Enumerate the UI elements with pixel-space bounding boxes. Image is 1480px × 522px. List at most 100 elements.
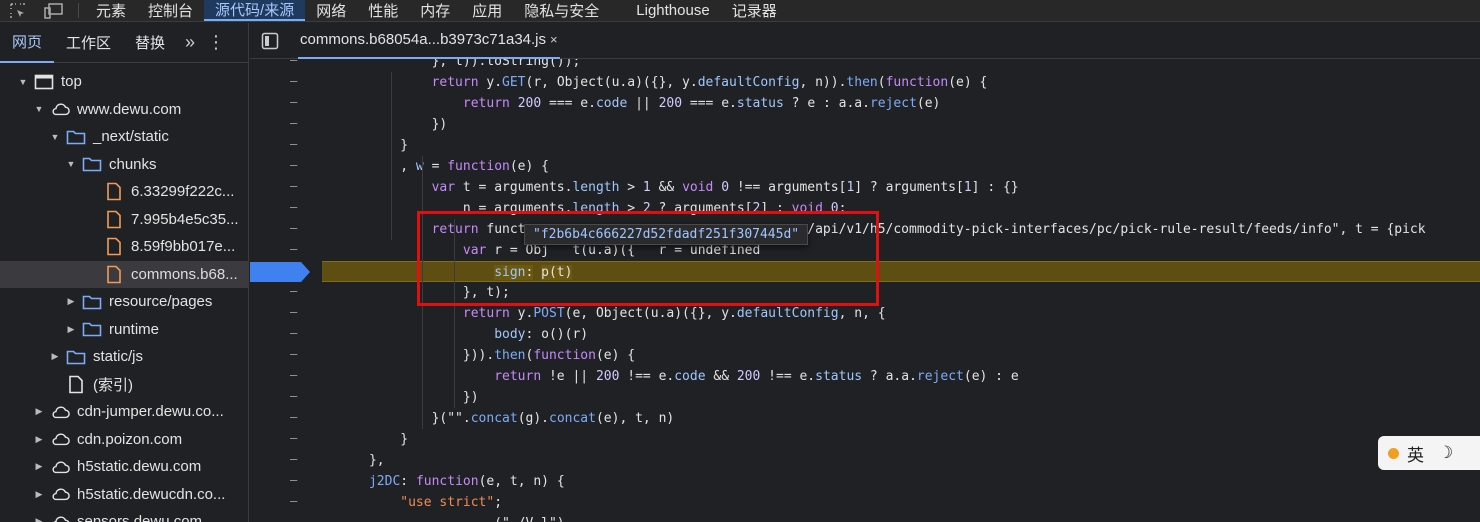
inspect-element-icon[interactable] <box>0 0 36 21</box>
ime-indicator[interactable]: 英 ☽ <box>1378 436 1480 470</box>
tree-item[interactable]: ▶ cdn-jumper.dewu.co... <box>0 398 249 426</box>
line-marker[interactable]: – <box>290 179 302 200</box>
tree-item-label: runtime <box>109 320 160 338</box>
document-file-icon <box>66 375 86 394</box>
line-marker[interactable]: – <box>290 158 302 179</box>
tree-item[interactable]: ▼ _next/static <box>0 123 249 151</box>
line-marker[interactable]: – <box>290 53 302 74</box>
tree-item[interactable]: ▶ h5static.dewucdn.co... <box>0 481 249 509</box>
navigator-tabs: 网页 工作区 替换 » ⋮ <box>0 23 248 63</box>
line-marker[interactable]: – <box>290 494 302 515</box>
line-marker[interactable]: – <box>290 452 302 473</box>
editor-file-tab[interactable]: commons.b68054a...b3973c71a34.js × <box>298 23 560 59</box>
line-marker[interactable]: – <box>290 284 302 305</box>
line-marker[interactable]: – <box>290 95 302 116</box>
code-line: }) <box>322 390 479 405</box>
line-marker[interactable]: – <box>290 221 302 242</box>
tab-page[interactable]: 网页 <box>0 23 55 63</box>
line-marker[interactable]: – <box>290 410 302 431</box>
tree-item[interactable]: 7.995b4e5c35... <box>0 206 249 234</box>
tab-recorder[interactable]: 记录器 <box>721 0 788 21</box>
code-line: ("./V.l") <box>322 513 1480 522</box>
breakpoint-marker[interactable] <box>250 262 310 282</box>
folder-icon <box>66 348 86 366</box>
tree-item[interactable]: ▶ resource/pages <box>0 288 249 316</box>
tree-item[interactable]: 6.33299f222c... <box>0 178 249 206</box>
code-line: }, <box>322 453 385 468</box>
tab-privacy-security[interactable]: 隐私与安全 <box>513 0 610 21</box>
kebab-menu-icon[interactable]: ⋮ <box>203 32 229 53</box>
line-marker[interactable]: – <box>290 389 302 410</box>
line-marker[interactable]: – <box>290 116 302 137</box>
tree-item-label: static/js <box>93 348 144 366</box>
line-marker[interactable]: – <box>290 305 302 326</box>
tree-item[interactable]: ▼ chunks <box>0 151 249 179</box>
caret-down-icon[interactable]: ▼ <box>32 102 46 116</box>
tree-item[interactable]: ▼ top <box>0 68 249 96</box>
folder-icon <box>82 155 102 173</box>
caret-right-icon[interactable]: ▶ <box>32 405 46 419</box>
caret-right-icon[interactable]: ▶ <box>32 432 46 446</box>
cloud-icon <box>50 100 70 118</box>
code-line: } <box>322 432 409 447</box>
tab-overrides[interactable]: 替换 <box>123 23 177 63</box>
folder-icon <box>66 128 86 146</box>
code-line: body: o()(r) <box>494 327 589 342</box>
device-toolbar-icon[interactable] <box>36 0 72 21</box>
tree-item[interactable]: ▶ cdn.poizon.com <box>0 426 249 454</box>
line-marker[interactable]: – <box>290 431 302 452</box>
caret-right-icon[interactable]: ▶ <box>32 487 46 501</box>
tab-workspace[interactable]: 工作区 <box>54 23 123 63</box>
line-marker[interactable]: – <box>290 137 302 158</box>
script-file-icon <box>104 265 124 284</box>
more-tabs-icon[interactable]: » <box>177 32 203 53</box>
line-gutter[interactable]: ––––––––––––––––––––––– <box>250 53 322 522</box>
line-marker[interactable]: – <box>290 368 302 389</box>
tree-item[interactable]: ▼ www.dewu.com <box>0 96 249 124</box>
tab-sources[interactable]: 源代码/来源 <box>204 0 306 21</box>
tree-item[interactable]: commons.b68... <box>0 260 249 288</box>
tab-elements[interactable]: 元素 <box>85 0 137 21</box>
tree-item-label: 8.59f9bb017e... <box>131 238 236 256</box>
code-line: return !e || 200 !== e.code && 200 !== e… <box>494 369 1019 384</box>
tree-item[interactable]: (索引) <box>0 371 249 399</box>
code-line: }) <box>322 117 448 132</box>
line-marker[interactable]: – <box>290 326 302 347</box>
caret-right-icon[interactable]: ▶ <box>32 515 46 522</box>
caret-down-icon[interactable]: ▼ <box>64 157 78 171</box>
line-marker[interactable]: – <box>290 515 302 522</box>
code-line: var t = arguments.length > 1 && void 0 !… <box>431 180 1019 195</box>
line-marker[interactable]: – <box>290 242 302 263</box>
moon-icon: ☽ <box>1438 443 1454 462</box>
tree-item[interactable]: 8.59f9bb017e... <box>0 233 249 261</box>
tab-application[interactable]: 应用 <box>461 0 513 21</box>
caret-right-icon[interactable]: ▶ <box>48 350 62 364</box>
tree-item[interactable]: ▶ runtime <box>0 316 249 344</box>
tab-performance[interactable]: 性能 <box>357 0 409 21</box>
caret-right-icon[interactable]: ▶ <box>64 322 78 336</box>
close-icon[interactable]: × <box>550 32 558 47</box>
line-marker[interactable]: – <box>290 347 302 368</box>
line-marker[interactable]: – <box>290 74 302 95</box>
tab-memory[interactable]: 内存 <box>409 0 461 21</box>
tree-item[interactable]: ▶ static/js <box>0 343 249 371</box>
caret-right-icon[interactable]: ▶ <box>64 295 78 309</box>
tab-console[interactable]: 控制台 <box>137 0 204 21</box>
caret-down-icon[interactable]: ▼ <box>48 130 62 144</box>
cloud-icon <box>50 485 70 503</box>
caret-down-icon[interactable]: ▼ <box>16 75 30 89</box>
code-line: return y.GET(r, Object(u.a)({}, y.defaul… <box>431 75 988 90</box>
tab-network[interactable]: 网络 <box>305 0 357 21</box>
line-marker[interactable]: – <box>290 200 302 221</box>
line-marker[interactable]: – <box>290 473 302 494</box>
tree-item[interactable]: ▶ sensors.dewu.com <box>0 508 249 522</box>
caret-right-icon[interactable]: ▶ <box>32 460 46 474</box>
file-tab-label: commons.b68054a...b3973c71a34.js <box>300 31 547 48</box>
toggle-navigator-icon[interactable] <box>250 32 290 50</box>
tree-item-label: chunks <box>109 155 157 173</box>
ime-mode-label: 英 <box>1407 445 1424 465</box>
tree-item[interactable]: ▶ h5static.dewu.com <box>0 453 249 481</box>
code-line: }, t)).toString()); <box>322 59 581 69</box>
tab-lighthouse[interactable]: Lighthouse <box>610 0 720 21</box>
